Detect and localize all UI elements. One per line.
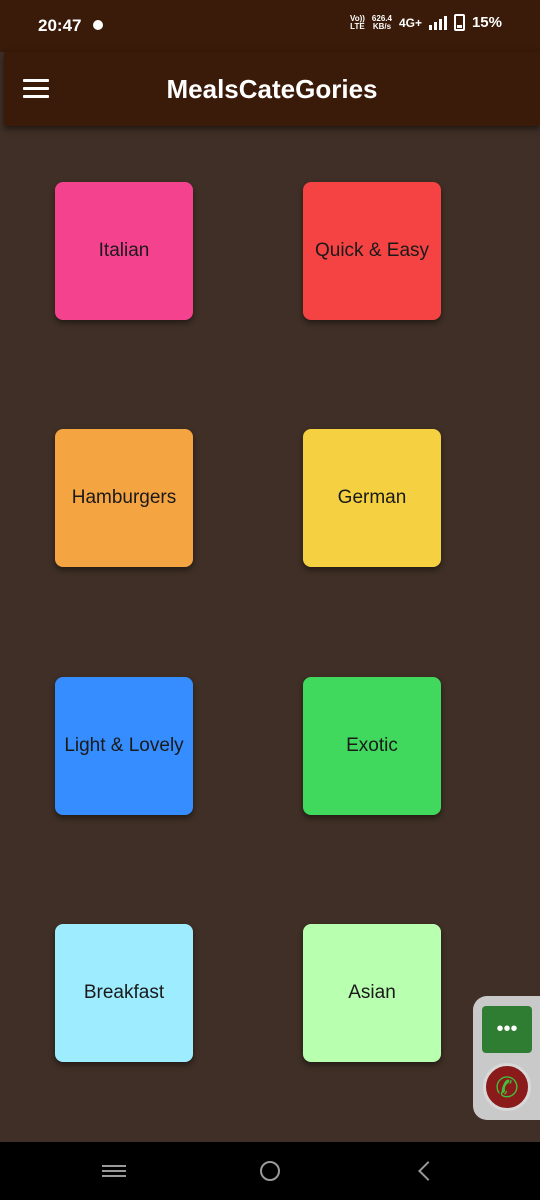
category-label: German [337, 487, 407, 508]
network-type: 4G+ [398, 15, 422, 30]
speed-unit: KB/s [372, 21, 392, 31]
category-label: Exotic [346, 735, 398, 756]
notification-dot-icon [93, 20, 103, 30]
category-tile[interactable]: Light & Lovely [55, 677, 193, 815]
app-bar: MealsCateGories [4, 52, 540, 126]
category-label: Light & Lovely [64, 735, 184, 756]
signal-icon [428, 15, 447, 30]
category-tile[interactable]: Exotic [303, 677, 441, 815]
volte-indicator: Vo)) LTE [350, 14, 365, 31]
home-icon[interactable] [250, 1156, 290, 1186]
back-icon[interactable] [405, 1156, 445, 1186]
phone-icon[interactable]: ✆ [483, 1063, 531, 1111]
volte-bottom: LTE [350, 21, 365, 31]
category-tile[interactable]: Quick & Easy [303, 182, 441, 320]
speed-indicator: 626.4 KB/s [372, 14, 392, 31]
category-grid: Italian Quick & Easy Hamburgers German L… [0, 126, 540, 1142]
status-time: 20:47 [38, 16, 82, 35]
status-indicators: Vo)) LTE 626.4 KB/s 4G+ 15% [350, 14, 502, 31]
ellipsis-icon[interactable]: ••• [482, 1006, 532, 1053]
category-label: Breakfast [83, 982, 165, 1003]
battery-level: 15% [471, 14, 502, 31]
category-tile[interactable]: Asian [303, 924, 441, 1062]
recents-icon[interactable] [94, 1156, 134, 1186]
category-label: Italian [98, 240, 150, 261]
floating-call-widget[interactable]: ••• ✆ [473, 996, 540, 1120]
status-bar: 20:47 Vo)) LTE 626.4 KB/s 4G+ 15% [0, 0, 540, 52]
category-tile[interactable]: Hamburgers [55, 429, 193, 567]
page-title: MealsCateGories [166, 74, 378, 104]
category-tile[interactable]: German [303, 429, 441, 567]
category-label: Quick & Easy [314, 240, 430, 261]
category-label: Asian [348, 982, 396, 1003]
category-tile[interactable]: Breakfast [55, 924, 193, 1062]
battery-icon [453, 14, 465, 31]
system-nav-bar [0, 1142, 540, 1200]
category-tile[interactable]: Italian [55, 182, 193, 320]
category-label: Hamburgers [71, 487, 177, 508]
